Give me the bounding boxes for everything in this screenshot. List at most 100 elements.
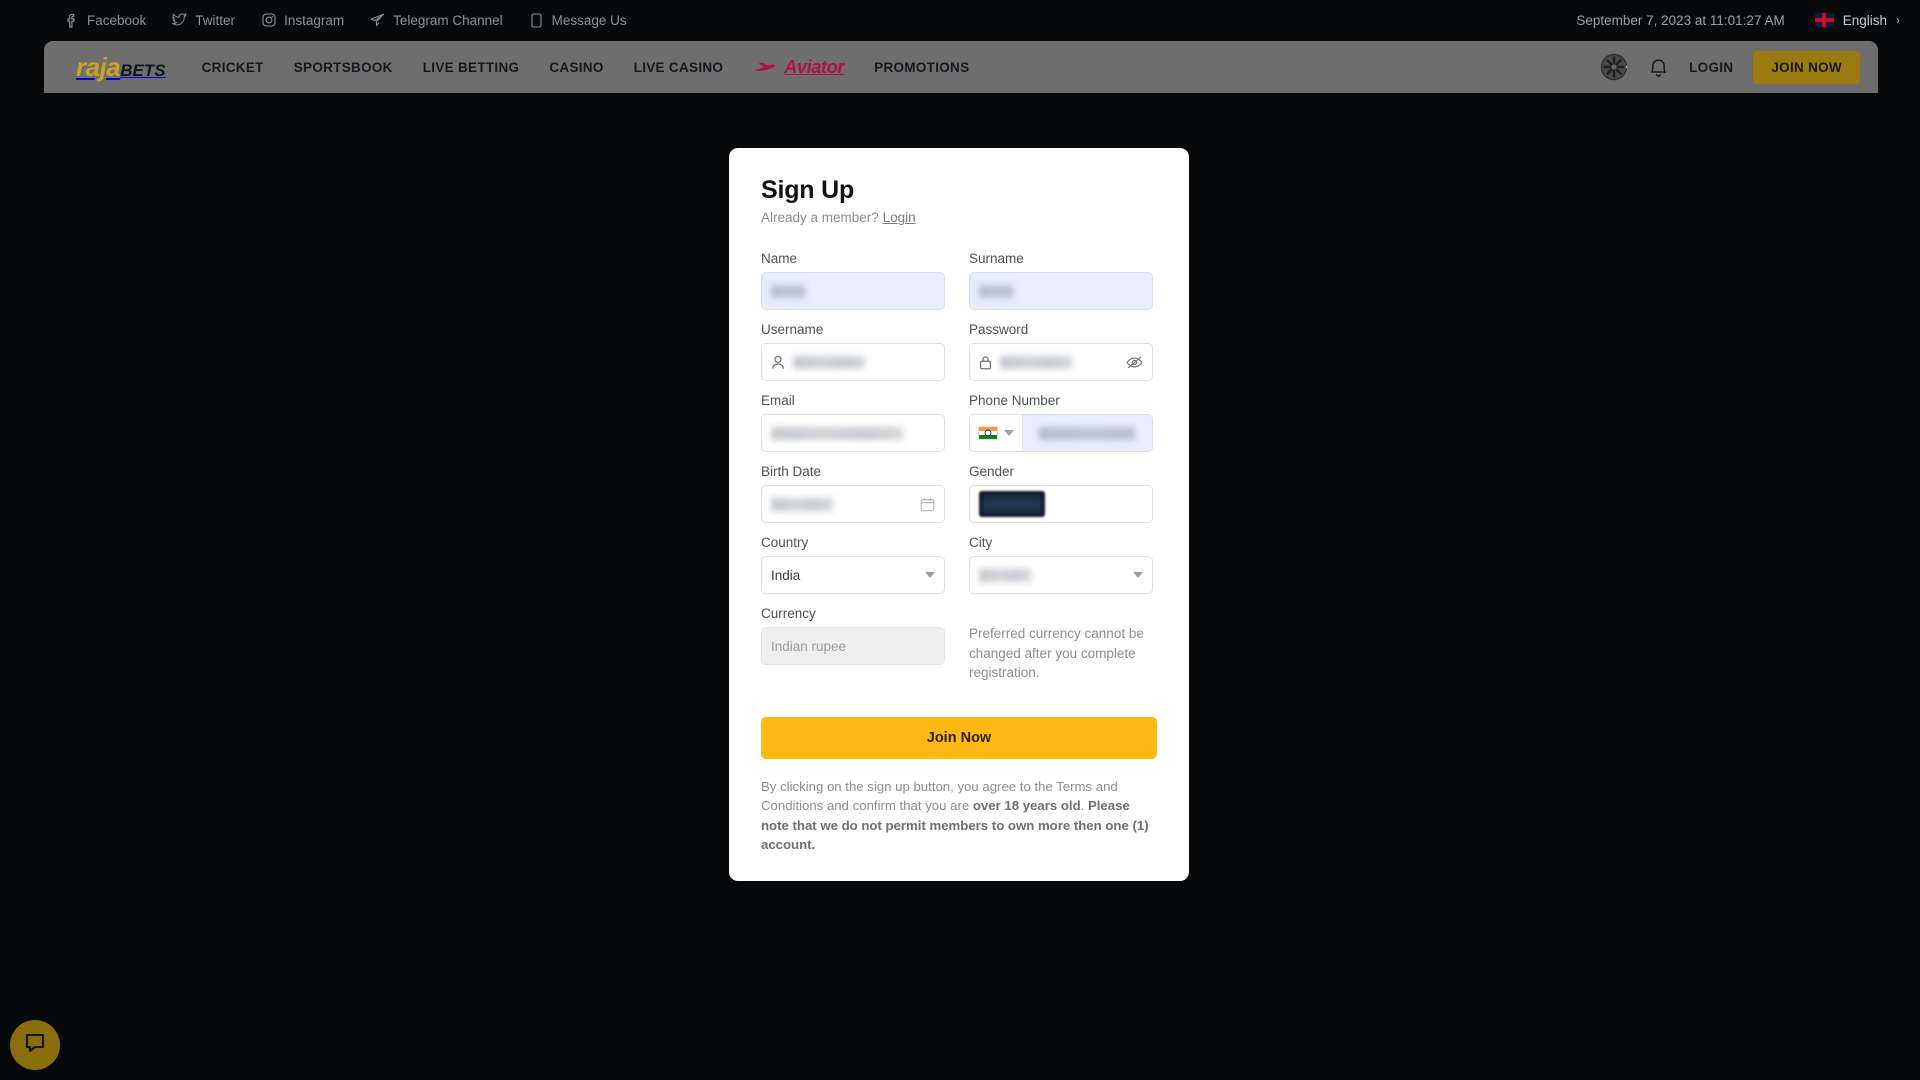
page-title: Sign Up	[761, 176, 855, 204]
field-label-email: Email	[761, 393, 795, 408]
social-link-facebook[interactable]: Facebook	[64, 13, 146, 28]
user-icon	[771, 355, 785, 370]
nav-item-promotions[interactable]: PROMOTIONS	[874, 60, 969, 75]
mobile-message-icon	[529, 12, 544, 28]
social-link-twitter[interactable]: Twitter	[172, 13, 235, 28]
redacted-value	[771, 426, 903, 440]
already-member-text: Already a member?	[761, 210, 879, 225]
field-password: Password	[969, 322, 1153, 381]
fortune-wheel-icon[interactable]	[1600, 53, 1629, 81]
terms-text-part2: .	[1080, 798, 1088, 814]
main-navbar: raja BETS CRICKET SPORTSBOOK LIVE BETTIN…	[44, 41, 1878, 93]
facebook-icon	[64, 13, 79, 28]
signup-modal: Sign Up Already a member? Login Name Sur…	[729, 148, 1189, 881]
calendar-icon[interactable]	[920, 497, 935, 512]
redacted-value	[793, 355, 865, 369]
name-input[interactable]	[761, 272, 945, 310]
redacted-value	[979, 568, 1031, 582]
current-datetime: September 7, 2023 at 11:01:27 AM	[1576, 12, 1785, 28]
field-label-name: Name	[761, 251, 798, 266]
terms-bold-age: over 18 years old	[972, 798, 1081, 814]
site-logo[interactable]: raja BETS	[76, 52, 166, 83]
field-label-surname: Surname	[969, 251, 1024, 266]
chevron-right-icon: ›	[1896, 13, 1900, 27]
nav-item-sportsbook[interactable]: SPORTSBOOK	[294, 60, 393, 75]
language-selector[interactable]: English ›	[1814, 13, 1900, 28]
social-links: Facebook Twitter Instagram Telegram Chan…	[64, 13, 627, 28]
telegram-icon	[370, 13, 385, 28]
field-label-gender: Gender	[969, 464, 1015, 479]
chevron-down-icon	[1004, 430, 1014, 436]
country-value: India	[771, 567, 801, 583]
social-link-label: Message Us	[551, 12, 627, 28]
topbar-right: September 7, 2023 at 11:01:27 AM English…	[1576, 13, 1900, 28]
social-link-label: Telegram Channel	[393, 12, 503, 28]
social-link-message-us[interactable]: Message Us	[529, 13, 627, 28]
field-label-phone-number: Phone Number	[969, 393, 1060, 408]
already-member-row: Already a member? Login	[761, 210, 1157, 225]
terms-disclaimer: By clicking on the sign up button, you a…	[761, 777, 1157, 855]
nav-item-aviator[interactable]: Aviator	[753, 57, 844, 78]
field-email: Email	[761, 393, 945, 452]
chat-bubble-icon	[23, 1031, 47, 1060]
birth-date-input[interactable]	[761, 485, 945, 523]
nav-right-actions: LOGIN JOIN NOW	[1600, 50, 1860, 84]
social-link-label: Instagram	[284, 12, 345, 28]
redacted-value	[979, 284, 1013, 298]
chat-widget-button[interactable]	[10, 1020, 60, 1070]
field-birth-date: Birth Date	[761, 464, 945, 523]
notifications-bell-icon[interactable]	[1648, 56, 1669, 79]
redacted-value	[771, 284, 805, 298]
join-now-nav-button[interactable]: JOIN NOW	[1753, 50, 1860, 84]
field-city: City	[969, 535, 1153, 594]
country-select[interactable]: India	[761, 556, 945, 594]
signup-form-grid: Name Surname Username Password Email Pho…	[761, 239, 1157, 594]
field-gender: Gender	[969, 464, 1153, 523]
eye-off-icon[interactable]	[1126, 355, 1143, 370]
login-button[interactable]: LOGIN	[1689, 60, 1733, 75]
nav-item-live-betting[interactable]: LIVE BETTING	[423, 60, 520, 75]
aviator-label: Aviator	[784, 56, 845, 77]
social-link-instagram[interactable]: Instagram	[261, 13, 344, 28]
submit-join-now-button[interactable]: Join Now	[761, 716, 1157, 759]
field-phone-number: Phone Number	[969, 393, 1153, 452]
field-name: Name	[761, 251, 945, 310]
city-select[interactable]	[969, 556, 1153, 594]
surname-input[interactable]	[969, 272, 1153, 310]
username-input[interactable]	[761, 343, 945, 381]
uk-flag-icon	[1814, 13, 1834, 27]
nav-item-live-casino[interactable]: LIVE CASINO	[634, 60, 724, 75]
airplane-icon	[753, 60, 779, 74]
currency-input: Indian rupee	[761, 627, 945, 665]
field-country: Country India	[761, 535, 945, 594]
currency-row: Currency Indian rupee Preferred currency…	[761, 606, 1157, 683]
field-label-country: Country	[761, 535, 809, 550]
email-input[interactable]	[761, 414, 945, 452]
field-label-password: Password	[969, 322, 1029, 337]
nav-item-casino[interactable]: CASINO	[549, 60, 603, 75]
redacted-value	[771, 497, 833, 511]
login-link[interactable]: Login	[883, 210, 916, 225]
redacted-value	[1000, 355, 1072, 369]
twitter-icon	[172, 13, 188, 28]
phone-input[interactable]	[969, 414, 1153, 452]
nav-links: CRICKET SPORTSBOOK LIVE BETTING CASINO L…	[202, 57, 970, 78]
nav-item-cricket[interactable]: CRICKET	[202, 60, 264, 75]
top-utility-bar: Facebook Twitter Instagram Telegram Chan…	[0, 0, 1920, 40]
password-input[interactable]	[969, 343, 1153, 381]
chevron-down-icon	[925, 572, 935, 578]
field-username: Username	[761, 322, 945, 381]
logo-primary-text: raja	[76, 51, 121, 82]
field-label-birth-date: Birth Date	[761, 464, 822, 479]
social-link-telegram[interactable]: Telegram Channel	[370, 13, 503, 28]
social-link-label: Twitter	[195, 12, 236, 28]
redacted-value	[979, 491, 1045, 517]
field-label-currency: Currency	[761, 606, 816, 621]
instagram-icon	[261, 13, 276, 28]
field-currency: Currency Indian rupee	[761, 606, 945, 665]
lock-icon	[979, 355, 992, 370]
country-code-selector[interactable]	[970, 415, 1023, 451]
gender-input[interactable]	[969, 485, 1153, 523]
currency-note: Preferred currency cannot be changed aft…	[969, 626, 1144, 681]
redacted-value	[1039, 426, 1135, 440]
